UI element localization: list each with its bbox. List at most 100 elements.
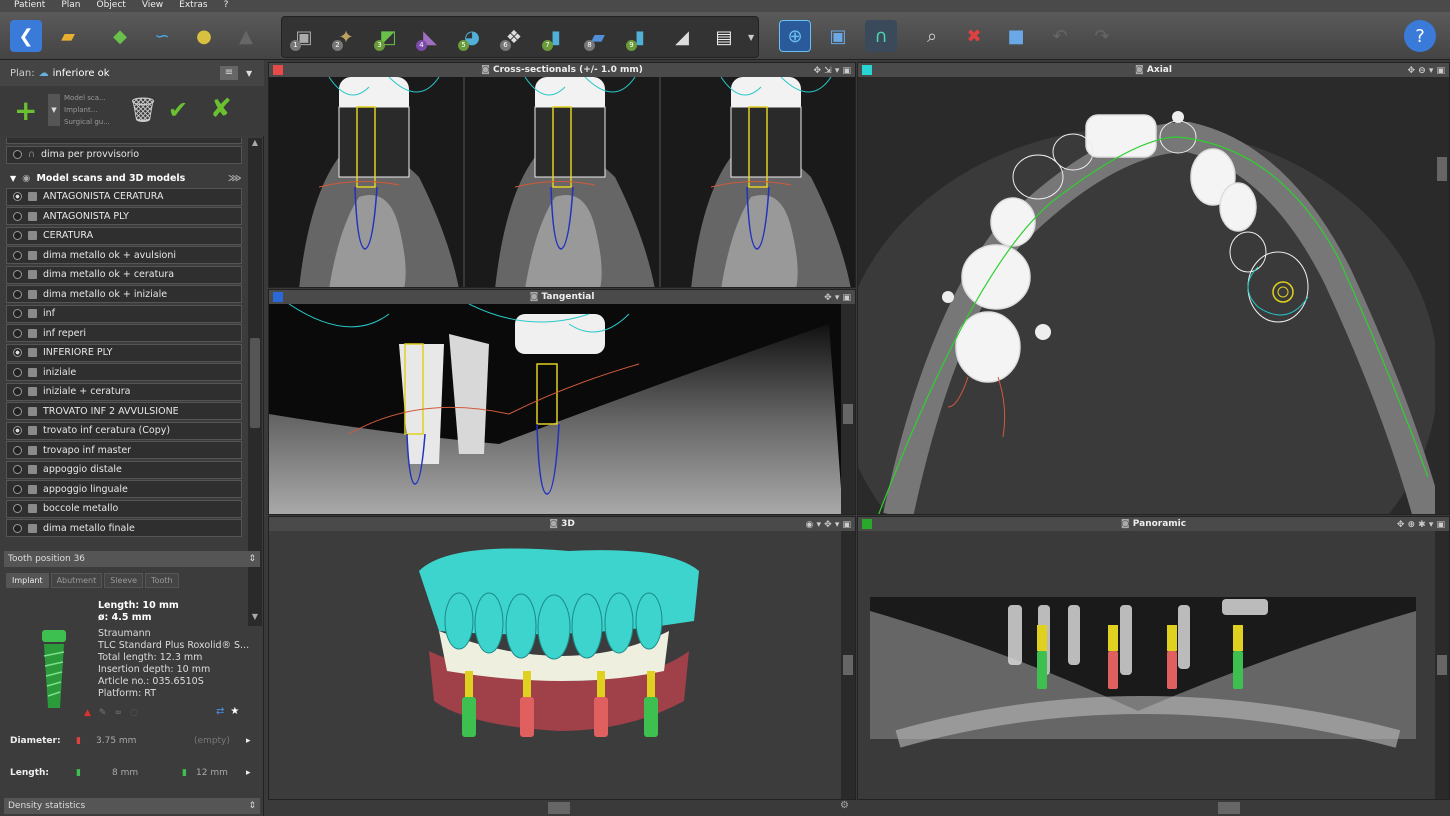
scroll-down-icon[interactable]: ▼ — [248, 612, 262, 626]
horizontal-scrollbars[interactable]: ⚙ — [268, 800, 1450, 816]
density-statistics-header[interactable]: Density statistics ⇕ — [4, 798, 260, 814]
tooth-position-header[interactable]: Tooth position 36 ⇕ — [4, 551, 260, 567]
tree-item[interactable]: iniziale + ceratura — [6, 382, 242, 401]
curve-icon[interactable]: ∽ — [146, 20, 178, 52]
plan-name[interactable]: inferiore ok — [53, 68, 110, 79]
tree-item[interactable]: ANTAGONISTA CERATURA — [6, 187, 242, 206]
radio-button[interactable] — [13, 348, 22, 357]
radio-button[interactable] — [13, 426, 22, 435]
section-header[interactable]: ▼ ◉ Model scans and 3D models ⋙ — [6, 170, 242, 188]
implant-tool-icon[interactable]: ⊕ — [779, 20, 811, 52]
cube-click-icon[interactable]: ■ — [1000, 20, 1032, 52]
tree-item[interactable]: appoggio linguale — [6, 480, 242, 498]
panoramic-scrollbar[interactable] — [1435, 531, 1449, 799]
tree-item[interactable]: iniziale — [6, 363, 242, 381]
tab-abutment[interactable]: Abutment — [50, 573, 103, 588]
tree-item[interactable]: CERATURA — [6, 226, 242, 245]
h-scroll-thumb-left[interactable] — [548, 802, 570, 814]
add-icon[interactable]: + — [14, 94, 37, 127]
close-green-icon[interactable]: ✘ — [210, 94, 232, 124]
tree-item[interactable]: trovato inf ceratura (Copy) — [6, 421, 242, 440]
tree-item[interactable]: appoggio distale — [6, 460, 242, 479]
scroll-up-icon[interactable]: ▲ — [248, 138, 262, 152]
settings-gear-icon[interactable]: ⚙ — [840, 800, 849, 811]
redo-icon[interactable]: ↷ — [1086, 20, 1118, 52]
step-6-icon[interactable]: ❖ 6 — [498, 21, 530, 53]
globe-icon[interactable]: ● — [188, 20, 220, 52]
patient-scan-icon[interactable]: ◆ — [104, 20, 136, 52]
axial-view[interactable]: ◙ Axial ✥ ⊖ ▾ ▣ — [857, 62, 1450, 515]
radio-button[interactable] — [13, 504, 22, 513]
trash-icon[interactable]: 🗑 — [128, 96, 158, 124]
tree-item[interactable]: INFERIORE PLY — [6, 343, 242, 362]
section-expand-icon[interactable]: ⋙ — [228, 173, 242, 184]
step-3-icon[interactable]: ◩ 3 — [372, 21, 404, 53]
green-implant-icon[interactable]: ▮ — [76, 768, 81, 778]
radio-button[interactable] — [13, 250, 22, 260]
step-1-icon[interactable]: ▣ 1 — [288, 21, 320, 53]
radio-button[interactable] — [13, 309, 22, 318]
diameter-next-icon[interactable]: ▸ — [246, 736, 251, 746]
radio-button[interactable] — [13, 445, 22, 455]
measure-icon[interactable]: ⌕ — [916, 20, 948, 52]
menu-patient[interactable]: Patient — [8, 0, 51, 12]
view-controls-icon[interactable]: ✥ ⇲ ▾ ▣ — [813, 64, 851, 78]
radio-button[interactable] — [13, 484, 22, 494]
step-9-icon[interactable]: ▮ 9 — [624, 21, 656, 53]
radio-button[interactable] — [13, 270, 22, 279]
menu-view[interactable]: View — [136, 0, 169, 12]
radio-button[interactable] — [13, 289, 22, 299]
favorite-icon[interactable]: ★ — [230, 706, 239, 717]
tab-sleeve[interactable]: Sleeve — [104, 573, 144, 588]
view-controls-icon[interactable]: ✥ ⊖ ▾ ▣ — [1407, 64, 1445, 78]
density-dropdown-icon[interactable]: ⇕ — [248, 798, 256, 814]
link-icon[interactable]: ∞ — [114, 708, 122, 718]
radio-button[interactable] — [13, 150, 22, 159]
3d-view[interactable]: ◙ 3D ◉ ▾ ✥ ▾ ▣ — [268, 516, 856, 800]
tab-tooth[interactable]: Tooth — [145, 573, 179, 588]
print-icon[interactable]: ▤ — [708, 21, 740, 53]
cross-sectional-view[interactable]: ◙ Cross-sectionals (+/- 1.0 mm) ✥ ⇲ ▾ ▣ — [268, 62, 856, 288]
radio-button[interactable] — [13, 231, 22, 240]
diameter-option-2[interactable]: (empty) — [194, 736, 230, 746]
cube-select-icon[interactable]: ▣ — [822, 20, 854, 52]
step-7-icon[interactable]: ▮ 7 — [540, 21, 572, 53]
step-8-icon[interactable]: ▰ 8 — [582, 21, 614, 53]
swap-icon[interactable]: ⇄ — [216, 706, 224, 717]
add-dropdown-icon[interactable]: ▼ — [48, 94, 60, 126]
info-icon[interactable]: ○ — [130, 708, 138, 718]
radio-button[interactable] — [13, 406, 22, 416]
axial-scrollbar[interactable] — [1435, 77, 1449, 514]
tree-item[interactable]: TROVATO INF 2 AVVULSIONE — [6, 402, 242, 420]
red-implant-icon[interactable]: ▮ — [76, 736, 81, 746]
undo-icon[interactable]: ↶ — [1044, 20, 1076, 52]
radio-button[interactable] — [13, 387, 22, 396]
tree-item[interactable]: dima metallo ok + iniziale — [6, 285, 242, 303]
view-controls-icon[interactable]: ✥ ⊕ ✱ ▾ ▣ — [1397, 518, 1445, 532]
radio-button[interactable] — [13, 523, 22, 533]
length-option-2[interactable]: 12 mm — [196, 768, 228, 778]
scroll-thumb[interactable] — [843, 404, 853, 424]
scroll-thumb[interactable] — [1437, 157, 1447, 181]
radio-button[interactable] — [13, 192, 22, 201]
scroll-thumb[interactable] — [250, 338, 260, 428]
scroll-thumb[interactable] — [843, 655, 853, 675]
diameter-option-1[interactable]: 3.75 mm — [96, 736, 136, 746]
tree-item[interactable]: inf reperi — [6, 324, 242, 342]
step-4-icon[interactable]: ◣ 4 — [414, 21, 446, 53]
radio-button[interactable] — [13, 367, 22, 377]
pin-icon[interactable]: ✎ — [99, 708, 107, 718]
step-5-icon[interactable]: ◕ 5 — [456, 21, 488, 53]
eye-icon[interactable]: ◉ — [22, 173, 30, 184]
tooth-dropdown-icon[interactable]: ⇕ — [248, 551, 256, 567]
menu-object[interactable]: Object — [91, 0, 132, 12]
tree-item[interactable]: dima metallo finale — [6, 519, 242, 537]
back-icon[interactable]: ❮ — [10, 20, 42, 52]
guide-icon[interactable]: ◢ — [666, 21, 698, 53]
tab-implant[interactable]: Implant — [6, 573, 49, 588]
tree-item-dima-provvisorio[interactable]: ∩ dima per provvisorio — [6, 145, 242, 164]
step-2-icon[interactable]: ✦ 2 — [330, 21, 362, 53]
tangential-view[interactable]: ◙ Tangential ✥ ▾ ▣ — [268, 289, 856, 515]
h-scroll-thumb-right[interactable] — [1218, 802, 1240, 814]
radio-button[interactable] — [13, 211, 22, 221]
